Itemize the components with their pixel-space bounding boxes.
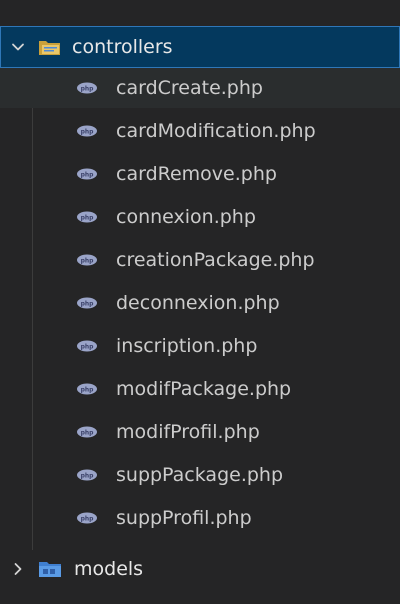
file-row[interactable]: php cardCreate.php [0, 68, 400, 108]
file-row[interactable]: php cardModification.php [0, 111, 400, 151]
folder-open-icon [39, 41, 60, 55]
svg-text:php: php [81, 129, 95, 136]
file-row[interactable]: php deconnexion.php [0, 283, 400, 323]
php-file-icon: php [77, 512, 97, 524]
file-label: cardRemove.php [116, 162, 277, 185]
file-row[interactable]: php modifProfil.php [0, 412, 400, 452]
svg-text:php: php [81, 86, 95, 93]
file-label: cardModification.php [116, 119, 316, 142]
folder-label: controllers [72, 35, 173, 58]
svg-text:php: php [81, 387, 95, 394]
file-row[interactable]: php suppPackage.php [0, 455, 400, 495]
file-label: deconnexion.php [116, 291, 280, 314]
svg-text:php: php [81, 430, 95, 437]
svg-text:php: php [81, 516, 95, 523]
file-label: cardCreate.php [116, 76, 263, 99]
file-row[interactable]: php creationPackage.php [0, 240, 400, 280]
folder-row-controllers[interactable]: controllers [0, 26, 400, 68]
folder-label: models [74, 557, 144, 580]
php-file-icon: php [77, 82, 97, 94]
php-file-icon: php [77, 297, 97, 309]
php-file-icon: php [77, 125, 97, 137]
file-label: inscription.php [116, 334, 258, 357]
folder-closed-icon [39, 562, 61, 577]
svg-text:php: php [81, 258, 95, 265]
php-file-icon: php [77, 469, 97, 481]
file-label: modifProfil.php [116, 420, 260, 443]
file-label: creationPackage.php [116, 248, 315, 271]
php-file-icon: php [77, 211, 97, 223]
file-label: suppPackage.php [116, 463, 284, 486]
php-file-icon: php [77, 168, 97, 180]
php-file-icon: php [77, 383, 97, 395]
svg-text:php: php [81, 301, 95, 308]
file-label: suppProfil.php [116, 506, 252, 529]
file-label: connexion.php [116, 205, 256, 228]
file-row[interactable]: php suppProfil.php [0, 498, 400, 538]
php-file-icon: php [77, 340, 97, 352]
file-explorer-tree: controllers php cardCreate.php php cardM… [0, 0, 400, 604]
php-file-icon: php [77, 254, 97, 266]
file-row[interactable]: php modifPackage.php [0, 369, 400, 409]
file-row[interactable]: php inscription.php [0, 326, 400, 366]
svg-text:php: php [81, 172, 95, 179]
svg-text:php: php [81, 344, 95, 351]
svg-text:php: php [81, 473, 95, 480]
file-row[interactable]: php cardRemove.php [0, 154, 400, 194]
file-label: modifPackage.php [116, 377, 292, 400]
chevron-right-icon[interactable] [10, 561, 26, 577]
php-file-icon: php [77, 426, 97, 438]
file-row[interactable]: php connexion.php [0, 197, 400, 237]
folder-row-models[interactable]: models [0, 548, 400, 590]
chevron-down-icon[interactable] [10, 39, 26, 55]
svg-text:php: php [81, 215, 95, 222]
truncated-tree-row [0, 0, 400, 8]
